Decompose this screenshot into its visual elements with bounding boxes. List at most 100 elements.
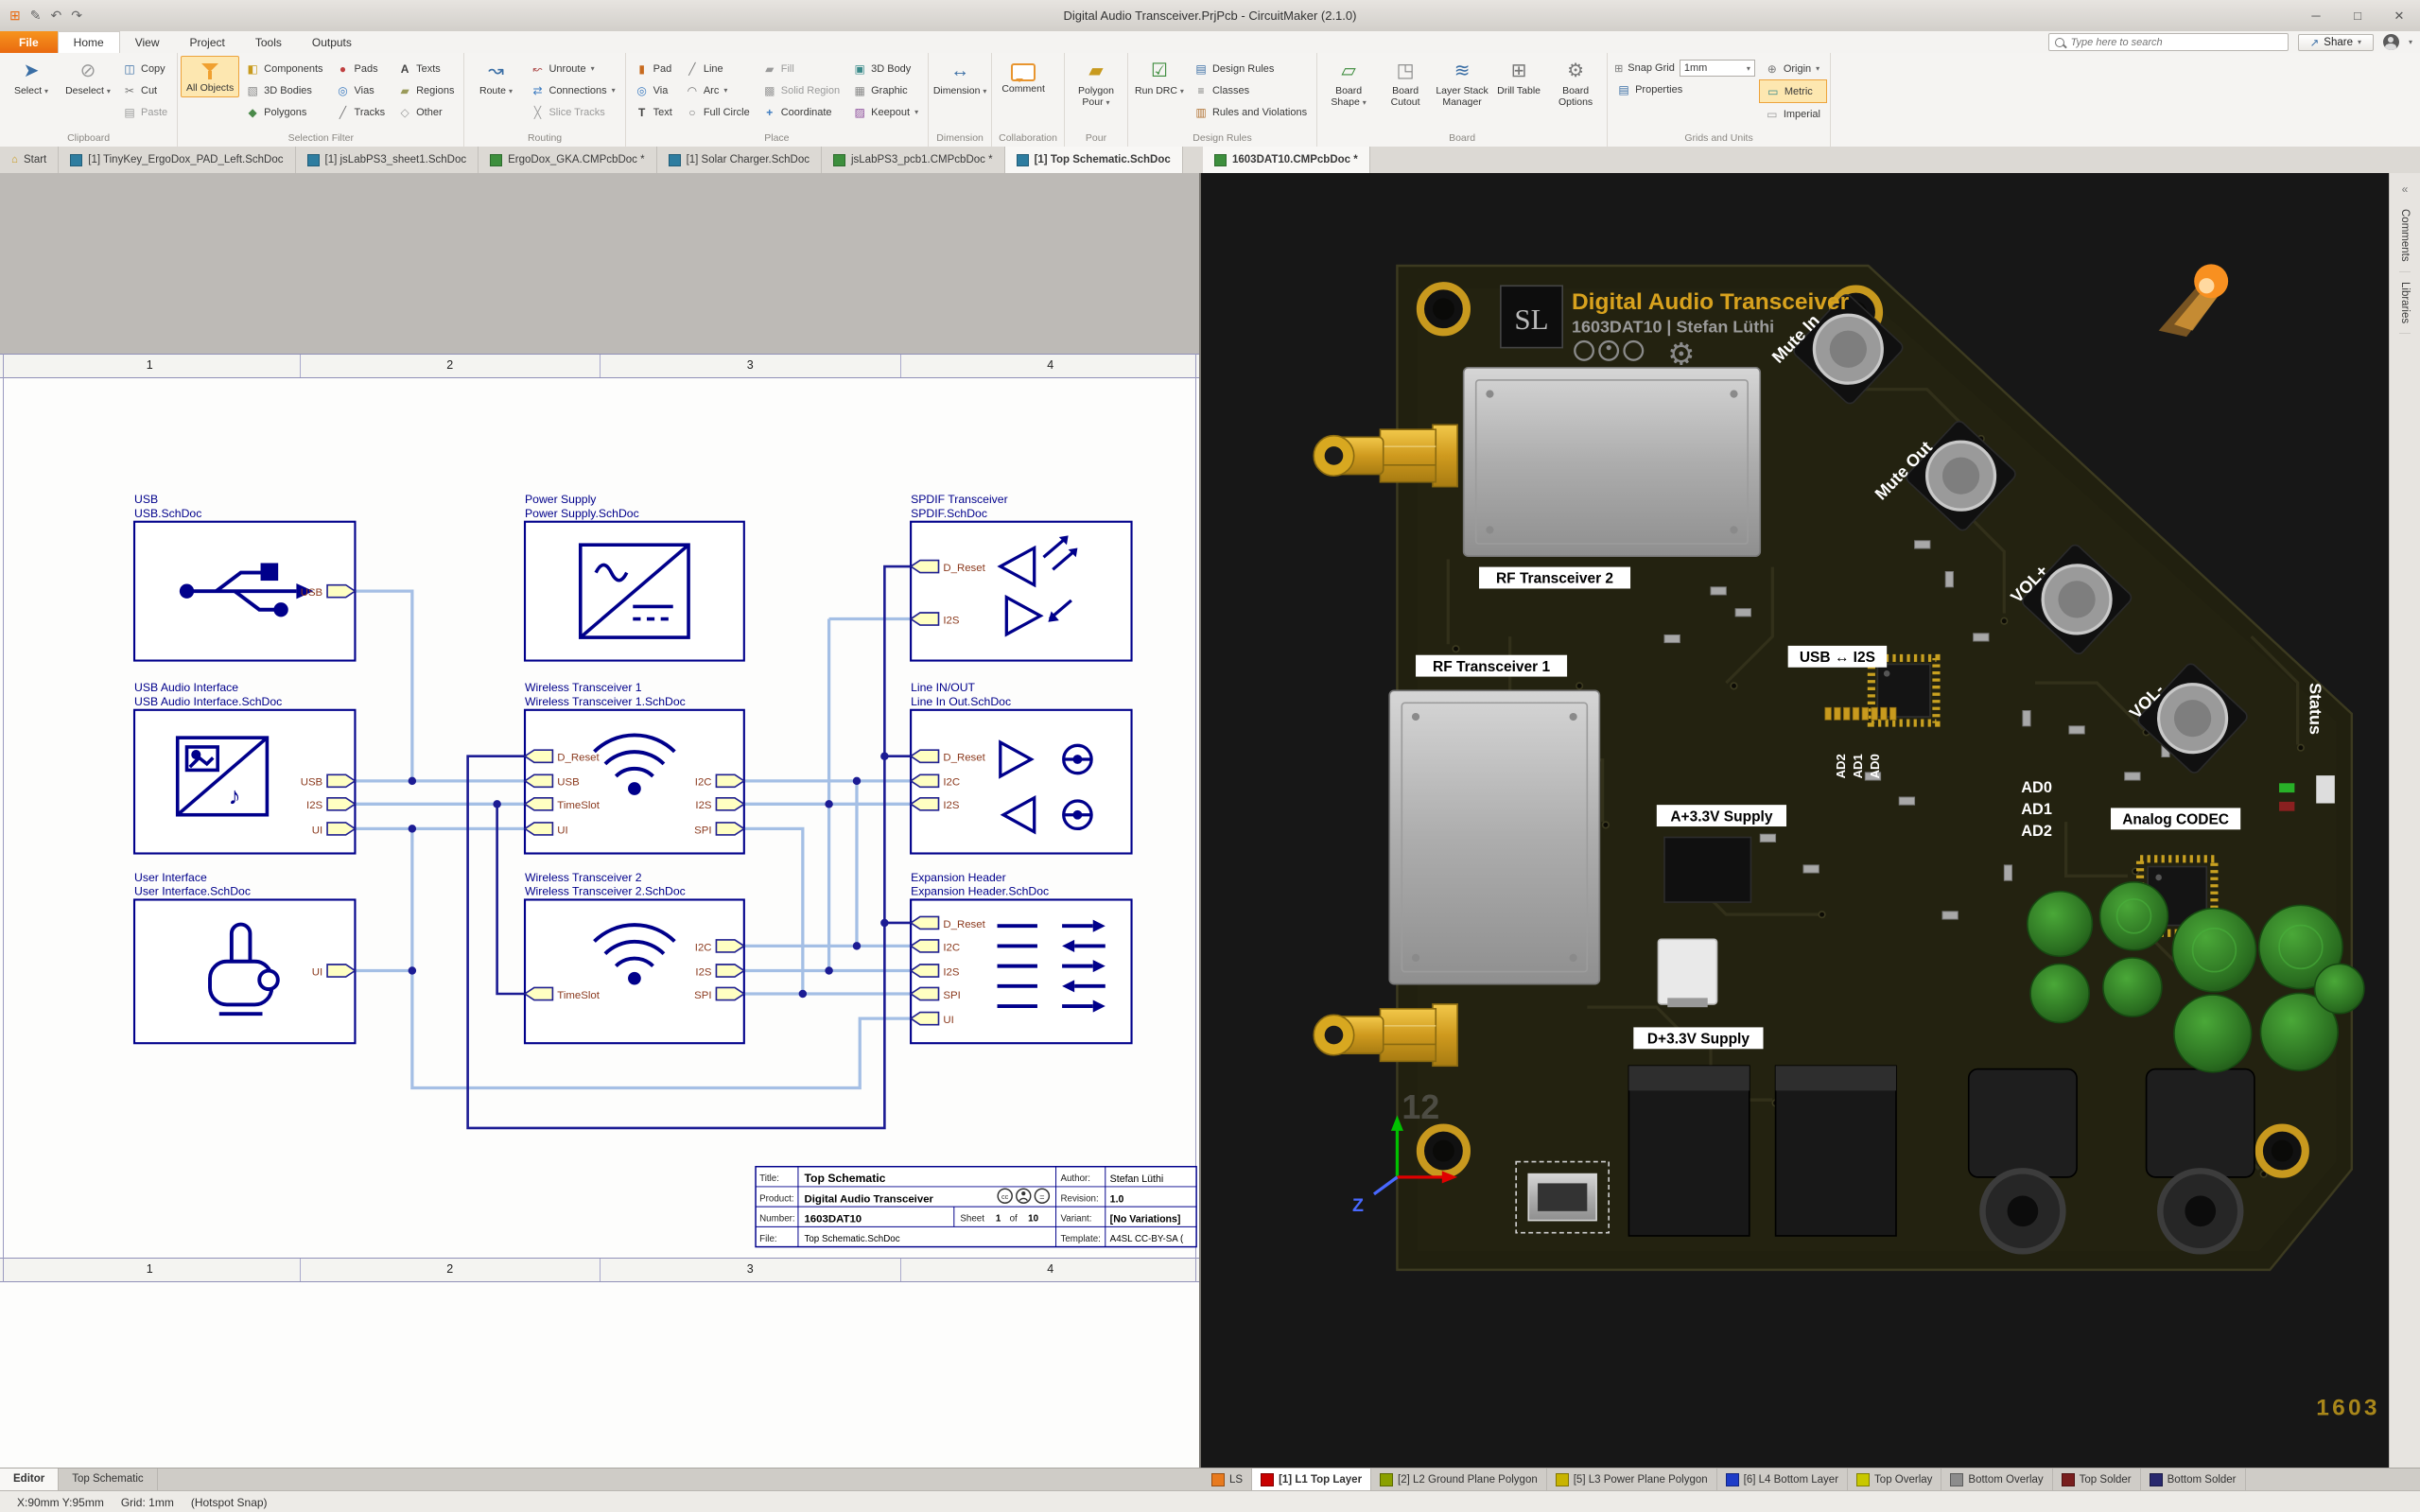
maximize-button[interactable]: □ [2337,1,2378,31]
audio-jack[interactable] [2145,1068,2255,1255]
header-connector[interactable] [1774,1065,1897,1237]
place-3d-body[interactable]: ▣ 3D Body [846,58,925,79]
layer-tab-l3-power[interactable]: [5] L3 Power Plane Polygon [1547,1469,1717,1491]
account-menu-caret[interactable]: ▾ [2409,38,2412,46]
sheet-port[interactable]: I2S [909,964,960,978]
sheet-port[interactable]: USB [301,583,357,599]
doc-tab-pcb[interactable]: 1603DAT10.CMPcbDoc * [1203,147,1370,173]
sheet-port[interactable]: I2S [306,796,357,811]
snap-grid-select[interactable]: 1mm ▾ [1679,60,1755,77]
file-menu-button[interactable]: File [0,31,58,53]
doc-tab[interactable]: [1] TinyKey_ErgoDox_PAD_Left.SchDoc [59,147,296,173]
filter-tracks[interactable]: ╱ Tracks [330,101,392,123]
filter-texts[interactable]: A Texts [392,58,461,79]
all-objects-button[interactable]: All Objects [181,56,240,98]
paste-button[interactable]: ▤ Paste [116,101,174,123]
board-options-button[interactable]: ⚙ Board Options [1547,56,1604,111]
unroute-button[interactable]: ↜ Unroute ▾ [524,58,621,79]
sheet-port[interactable]: TimeSlot [523,796,601,811]
connections-button[interactable]: ⇄ Connections ▾ [524,79,621,101]
header-connector[interactable] [1628,1065,1750,1237]
sheet-port[interactable]: I2C [695,939,746,953]
place-text[interactable]: T Text [629,101,679,123]
route-button[interactable]: ↝ Route ▾ [467,56,524,99]
cut-button[interactable]: ✂ Cut [116,79,174,101]
layer-tab-bottom-overlay[interactable]: Bottom Overlay [1941,1469,2053,1491]
design-rules-button[interactable]: ▤ Design Rules [1188,58,1314,79]
layer-tab-top-solder[interactable]: Top Solder [2053,1469,2141,1491]
filter-other[interactable]: ◇ Other [392,101,461,123]
sheet-port[interactable]: I2S [909,796,960,811]
place-solid-region[interactable]: ▩ Solid Region [757,79,846,101]
layer-tab-ls[interactable]: LS [1203,1469,1253,1491]
layer-tab-l1-top[interactable]: [1] L1 Top Layer [1252,1469,1372,1491]
schematic-sheet[interactable]: USB USB.SchDoc USB Power Supply Power Su… [0,378,1201,1258]
sheet-port[interactable]: USB [523,773,580,789]
filter-vias[interactable]: ◎ Vias [330,79,392,101]
place-graphic[interactable]: ▦ Graphic [846,79,925,101]
layer-tab-bottom-solder[interactable]: Bottom Solder [2141,1469,2246,1491]
filter-pads[interactable]: ● Pads [330,58,392,79]
place-arc[interactable]: ◠ Arc ▾ [679,79,757,101]
sheet-port[interactable]: I2S [695,796,746,811]
origin-button[interactable]: ⊕ Origin ▾ [1759,58,1827,79]
filter-components[interactable]: ◧ Components [239,58,329,79]
filter-3d-bodies[interactable]: ▧ 3D Bodies [239,79,329,101]
rules-violations-button[interactable]: ▥ Rules and Violations [1188,101,1314,123]
editor-tab[interactable]: Editor [0,1469,60,1491]
rf-shield-2[interactable] [1462,367,1762,557]
classes-button[interactable]: ≡ Classes [1188,79,1314,101]
sheet-symbol-wireless-transceiver-2[interactable]: Wireless Transceiver 2 Wireless Transcei… [523,871,746,1045]
tab-outputs[interactable]: Outputs [297,31,367,53]
doc-tab[interactable]: jsLabPS3_pcb1.CMPcbDoc * [822,147,1005,173]
board-cutout-button[interactable]: ◳ Board Cutout [1377,56,1434,111]
sheet-port[interactable]: I2C [909,773,960,789]
pane-splitter[interactable] [1199,173,1201,1468]
pcb-3d-editor[interactable]: 12 Mute In Mute Out VOL+ VOL- Status SL … [1201,173,2389,1468]
sheet-port[interactable]: D_Reset [909,749,986,764]
doc-tab[interactable]: [1] jsLabPS3_sheet1.SchDoc [296,147,479,173]
sheet-port[interactable]: SPI [909,986,961,1001]
top-schematic-tab[interactable]: Top Schematic [59,1469,158,1491]
place-full-circle[interactable]: ○ Full Circle [679,101,757,123]
layer-tab-l2-ground[interactable]: [2] L2 Ground Plane Polygon [1371,1469,1547,1491]
comment-button[interactable]: Comment [995,56,1052,97]
schematic-editor[interactable]: 12 34 12 34 USB USB.SchDoc USB Power Sup… [0,173,1201,1468]
search-box[interactable] [2047,33,2289,51]
sheet-port[interactable]: I2S [695,964,746,978]
filter-regions[interactable]: ▰ Regions [392,79,461,101]
doc-tab-top-schematic[interactable]: [1] Top Schematic.SchDoc [1004,147,1183,173]
pcb-3d-view[interactable]: 12 Mute In Mute Out VOL+ VOL- Status SL … [1201,173,2389,1468]
polygon-pour-button[interactable]: ▰ Polygon Pour ▾ [1068,56,1124,111]
audio-jack[interactable] [1967,1068,2078,1255]
place-fill[interactable]: ▰ Fill [757,58,846,79]
avatar[interactable] [2382,34,2399,50]
properties-button[interactable]: ▤ Properties [1610,78,1759,100]
layer-tab-l4-bottom[interactable]: [6] L4 Bottom Layer [1717,1469,1849,1491]
minimize-button[interactable]: ─ [2295,1,2337,31]
tab-tools[interactable]: Tools [240,31,297,53]
board-shape-button[interactable]: ▱ Board Shape ▾ [1320,56,1377,111]
sheet-symbol-expansion-header[interactable]: Expansion Header Expansion Header.SchDoc [909,871,1133,1045]
tab-home[interactable]: Home [57,31,120,53]
place-via[interactable]: ◎ Via [629,79,679,101]
drill-table-button[interactable]: ⊞ Drill Table [1490,56,1547,99]
sheet-port[interactable]: SPI [694,986,746,1001]
rf-shield-1[interactable] [1388,689,1601,985]
sheet-port[interactable]: USB [301,773,357,789]
panel-tab-comments[interactable]: Comments [2399,200,2411,272]
sheet-symbol-usb[interactable]: USB USB.SchDoc USB [132,493,357,662]
metric-button[interactable]: ▭ Metric [1758,79,1827,103]
dimension-button[interactable]: ↔ Dimension ▾ [931,56,988,99]
tab-view[interactable]: View [120,31,175,53]
slice-tracks-button[interactable]: ╳ Slice Tracks [524,101,621,123]
sheet-symbol-spdif[interactable]: SPDIF Transceiver SPDIF.SchDoc D_Reset I… [909,493,1133,662]
search-input[interactable] [2068,35,2282,49]
place-line[interactable]: ╱ Line [679,58,757,79]
sheet-port[interactable]: D_Reset [909,915,986,930]
sheet-port[interactable]: SPI [694,822,746,836]
run-drc-button[interactable]: ☑ Run DRC ▾ [1131,56,1188,99]
d-supply-regulator[interactable] [1657,938,1718,1008]
doc-tab[interactable]: [1] Solar Charger.SchDoc [657,147,822,173]
a-supply-module[interactable] [1663,836,1752,903]
